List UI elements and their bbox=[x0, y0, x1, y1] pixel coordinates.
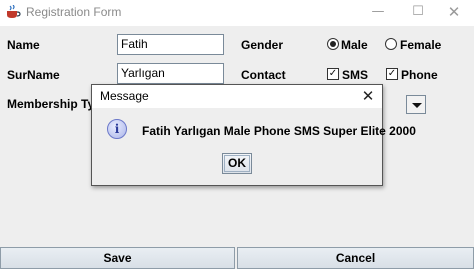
surname-label: SurName bbox=[7, 68, 60, 82]
membership-dropdown-arrow[interactable] bbox=[406, 95, 426, 114]
female-radio[interactable] bbox=[385, 38, 397, 50]
name-field[interactable]: Fatih bbox=[117, 34, 224, 55]
window-titlebar: Registration Form — ☐ ✕ bbox=[0, 0, 474, 26]
contact-label: Contact bbox=[241, 68, 286, 82]
female-radio-label: Female bbox=[400, 38, 442, 52]
ok-button[interactable]: OK bbox=[222, 153, 252, 174]
phone-checkbox[interactable]: ✓ bbox=[386, 68, 398, 80]
message-dialog: Message ✕ i Fatih Yarlıgan Male Phone SM… bbox=[91, 84, 416, 186]
window-title: Registration Form bbox=[26, 5, 122, 19]
minimize-button[interactable]: — bbox=[358, 0, 398, 24]
save-button[interactable]: Save bbox=[0, 247, 235, 269]
gender-label: Gender bbox=[241, 38, 284, 52]
java-cup-icon bbox=[7, 5, 21, 18]
dialog-title: Message bbox=[100, 89, 149, 103]
sms-checkbox[interactable]: ✓ bbox=[327, 68, 339, 80]
dialog-message: Fatih Yarlıgan Male Phone SMS Super Elit… bbox=[142, 124, 416, 138]
dialog-close-button[interactable]: ✕ bbox=[358, 86, 378, 106]
male-radio[interactable] bbox=[327, 38, 339, 50]
name-label: Name bbox=[7, 38, 40, 52]
cancel-button[interactable]: Cancel bbox=[237, 247, 474, 269]
sms-checkbox-label: SMS bbox=[342, 68, 369, 82]
male-radio-label: Male bbox=[341, 38, 368, 52]
close-window-button[interactable]: ✕ bbox=[434, 0, 474, 24]
maximize-button[interactable]: ☐ bbox=[398, 0, 438, 24]
information-icon: i bbox=[107, 119, 127, 139]
dialog-titlebar: Message ✕ bbox=[92, 85, 382, 108]
surname-field[interactable]: Yarlıgan bbox=[117, 63, 224, 84]
phone-checkbox-label: Phone bbox=[401, 68, 438, 82]
